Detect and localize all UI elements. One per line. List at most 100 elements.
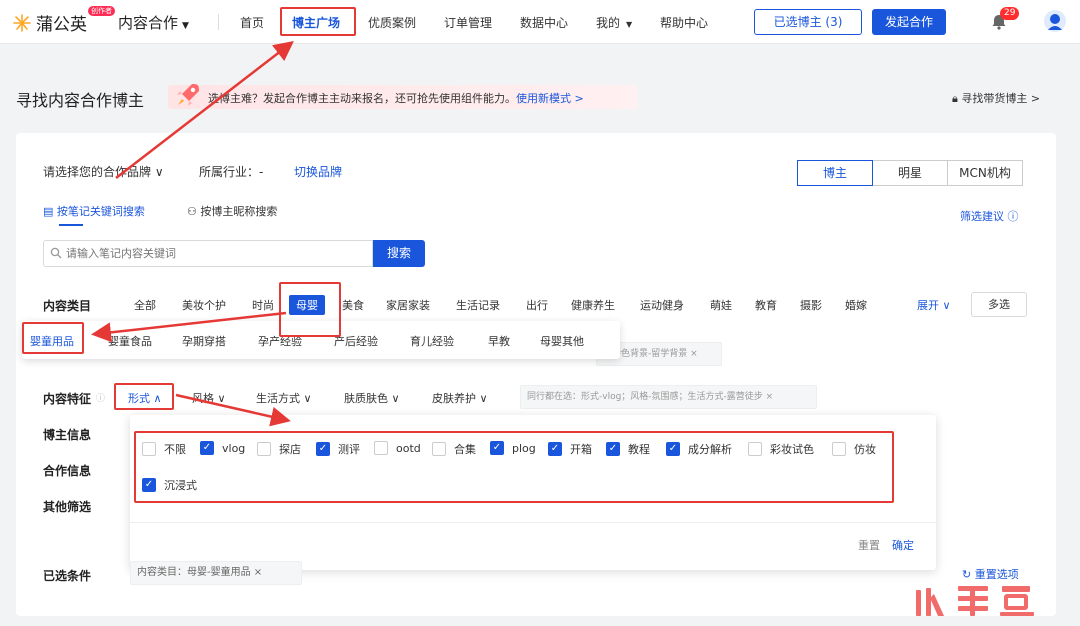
option-ingredient[interactable]: ✓ 成分解析 <box>666 441 732 457</box>
option-review[interactable]: ✓ 测评 <box>316 441 360 457</box>
category-travel[interactable]: 出行 <box>526 297 548 313</box>
selected-bloggers-button[interactable]: 已选博主 (3) <box>754 9 862 35</box>
checkbox <box>832 442 846 456</box>
subcategory-baby-products[interactable]: 婴童用品 <box>30 333 74 349</box>
option-label: 探店 <box>279 443 301 456</box>
option-label: 沉浸式 <box>164 479 197 492</box>
notification-badge: 29 <box>1000 7 1020 20</box>
option-vlog[interactable]: ✓ vlog <box>200 441 245 455</box>
category-health[interactable]: 健康养生 <box>571 297 615 313</box>
feature-skin-dropdown[interactable]: 肤质肤色 ∨ <box>344 390 400 406</box>
option-plog[interactable]: ✓ plog <box>490 441 536 455</box>
panel-divider <box>130 522 936 523</box>
promo-message: 选博主难？发起合作博主主动来报名，还可抢先使用组件能力。 <box>208 92 516 105</box>
tab-mcn[interactable]: MCN机构 <box>947 160 1023 186</box>
option-label: 仿妆 <box>854 443 876 456</box>
subcategory-parenting[interactable]: 育儿经验 <box>410 333 454 349</box>
category-photography[interactable]: 摄影 <box>800 297 822 313</box>
nav-home[interactable]: 首页 <box>240 14 264 31</box>
checkbox-checked: ✓ <box>666 442 680 456</box>
blogger-info-label: 博主信息 <box>43 428 92 442</box>
peer-choice-chip[interactable]: 同行都在选：形式-vlog；风格-氛围感；生活方式-露营徒步 × <box>520 385 817 409</box>
nav-help[interactable]: 帮助中心 <box>660 14 708 31</box>
category-life[interactable]: 生活记录 <box>456 297 500 313</box>
search-by-nickname-label: 按博主昵称搜索 <box>200 205 278 218</box>
option-label: 教程 <box>628 443 650 456</box>
search-input[interactable] <box>43 240 373 267</box>
subcategory-popup: 婴童用品 婴童食品 孕期穿搭 孕产经验 产后经验 育儿经验 早教 母婴其他 <box>22 321 620 359</box>
option-collection[interactable]: 合集 <box>432 441 476 457</box>
expand-categories[interactable]: 展开 ∨ <box>917 297 951 313</box>
find-goods-bloggers-link[interactable]: 🔒︎ 寻找带货博主 > <box>952 90 1040 106</box>
brand-select[interactable]: 请选择您的合作品牌 ∨ <box>43 163 164 180</box>
option-label: 不限 <box>164 443 186 456</box>
subcategory-other[interactable]: 母婴其他 <box>540 333 584 349</box>
tab-blogger[interactable]: 博主 <box>797 160 873 186</box>
module-switch[interactable]: 内容合作 ▼ <box>118 12 189 33</box>
subcategory-pregnancy-wear[interactable]: 孕期穿搭 <box>182 333 226 349</box>
form-options-panel: 不限 ✓ vlog 探店 ✓ 测评 ootd 合集 ✓ plog ✓ 开箱 ✓ 教程 ✓ 成… <box>130 415 936 570</box>
category-wedding[interactable]: 婚嫁 <box>845 297 867 313</box>
option-label: 开箱 <box>570 443 592 456</box>
option-label: vlog <box>222 441 246 455</box>
reset-options-label: 重置选项 <box>974 568 1019 581</box>
find-goods-label: 寻找带货博主 > <box>961 92 1041 105</box>
option-makeup-swatch[interactable]: 彩妆试色 <box>748 441 814 457</box>
subcategory-maternity[interactable]: 孕产经验 <box>258 333 302 349</box>
subcategory-early-edu[interactable]: 早教 <box>488 333 510 349</box>
caret-down-icon: ▼ <box>626 20 633 29</box>
category-education[interactable]: 教育 <box>755 297 777 313</box>
subcategory-baby-food[interactable]: 婴童食品 <box>108 333 152 349</box>
category-fashion[interactable]: 时尚 <box>252 297 274 313</box>
multi-select-button[interactable]: 多选 <box>971 292 1027 317</box>
search-by-nickname-tab[interactable]: ⚇ 按博主昵称搜索 <box>187 203 277 219</box>
feature-form-dropdown[interactable]: 形式 ∧ <box>128 390 162 406</box>
switch-brand-link[interactable]: 切换品牌 <box>294 163 342 180</box>
search-by-keyword-tab[interactable]: ▤ 按笔记关键词搜索 <box>43 203 145 219</box>
category-home[interactable]: 家居家装 <box>386 297 430 313</box>
feature-lifestyle-dropdown[interactable]: 生活方式 ∨ <box>256 390 312 406</box>
caret-down-icon: ▼ <box>182 21 189 31</box>
panel-reset-button[interactable]: 重置 <box>858 537 880 553</box>
category-food[interactable]: 美食 <box>342 297 364 313</box>
option-unboxing[interactable]: ✓ 开箱 <box>548 441 592 457</box>
nav-divider <box>218 14 219 30</box>
promo-link[interactable]: 使用新模式 > <box>516 92 584 105</box>
category-beauty[interactable]: 美妆个护 <box>182 297 226 313</box>
search-by-keyword-label: 按笔记关键词搜索 <box>56 205 145 218</box>
search-mode-underline <box>59 224 83 226</box>
filter-suggestion-link[interactable]: 筛选建议 ⓘ <box>960 208 1019 224</box>
panel-confirm-button[interactable]: 确定 <box>892 537 914 553</box>
avatar[interactable] <box>1044 10 1066 32</box>
feature-skincare-dropdown[interactable]: 皮肤养护 ∨ <box>432 390 488 406</box>
checkbox-checked: ✓ <box>142 478 156 492</box>
nav-orders[interactable]: 订单管理 <box>444 14 492 31</box>
search-button[interactable]: 搜索 <box>373 240 425 267</box>
option-store-visit[interactable]: 探店 <box>257 441 301 457</box>
account-type-tabs: 博主 明星 MCN机构 <box>797 160 1023 186</box>
tab-star[interactable]: 明星 <box>872 160 948 186</box>
nav-blogger-plaza[interactable]: 博主广场 <box>292 14 340 31</box>
launch-cooperation-button[interactable]: 发起合作 <box>872 9 946 35</box>
selected-condition-chip[interactable]: 内容类目：母婴-婴童用品 × <box>130 561 302 585</box>
reset-options-link[interactable]: ↻ 重置选项 <box>962 566 1019 582</box>
checkbox <box>748 442 762 456</box>
nav-data-center[interactable]: 数据中心 <box>520 14 568 31</box>
option-immersive[interactable]: ✓ 沉浸式 <box>142 477 197 493</box>
option-ootd[interactable]: ootd <box>374 441 421 455</box>
feature-style-dropdown[interactable]: 风格 ∨ <box>192 390 226 406</box>
nav-mine[interactable]: 我的 ▼ <box>596 14 632 31</box>
category-sports[interactable]: 运动健身 <box>640 297 684 313</box>
option-imitation-makeup[interactable]: 仿妆 <box>832 441 876 457</box>
nav-cases[interactable]: 优质案例 <box>368 14 416 31</box>
subcategory-postpartum[interactable]: 产后经验 <box>334 333 378 349</box>
option-label: 合集 <box>454 443 476 456</box>
logo[interactable]: 蒲公英 <box>12 10 87 35</box>
option-unlimited[interactable]: 不限 <box>142 441 186 457</box>
info-icon[interactable]: ⓘ <box>96 391 105 404</box>
checkbox-checked: ✓ <box>548 442 562 456</box>
category-all[interactable]: 全部 <box>134 297 156 313</box>
category-kids[interactable]: 萌娃 <box>710 297 732 313</box>
category-maternal[interactable]: 母婴 <box>289 295 325 315</box>
option-tutorial[interactable]: ✓ 教程 <box>606 441 650 457</box>
